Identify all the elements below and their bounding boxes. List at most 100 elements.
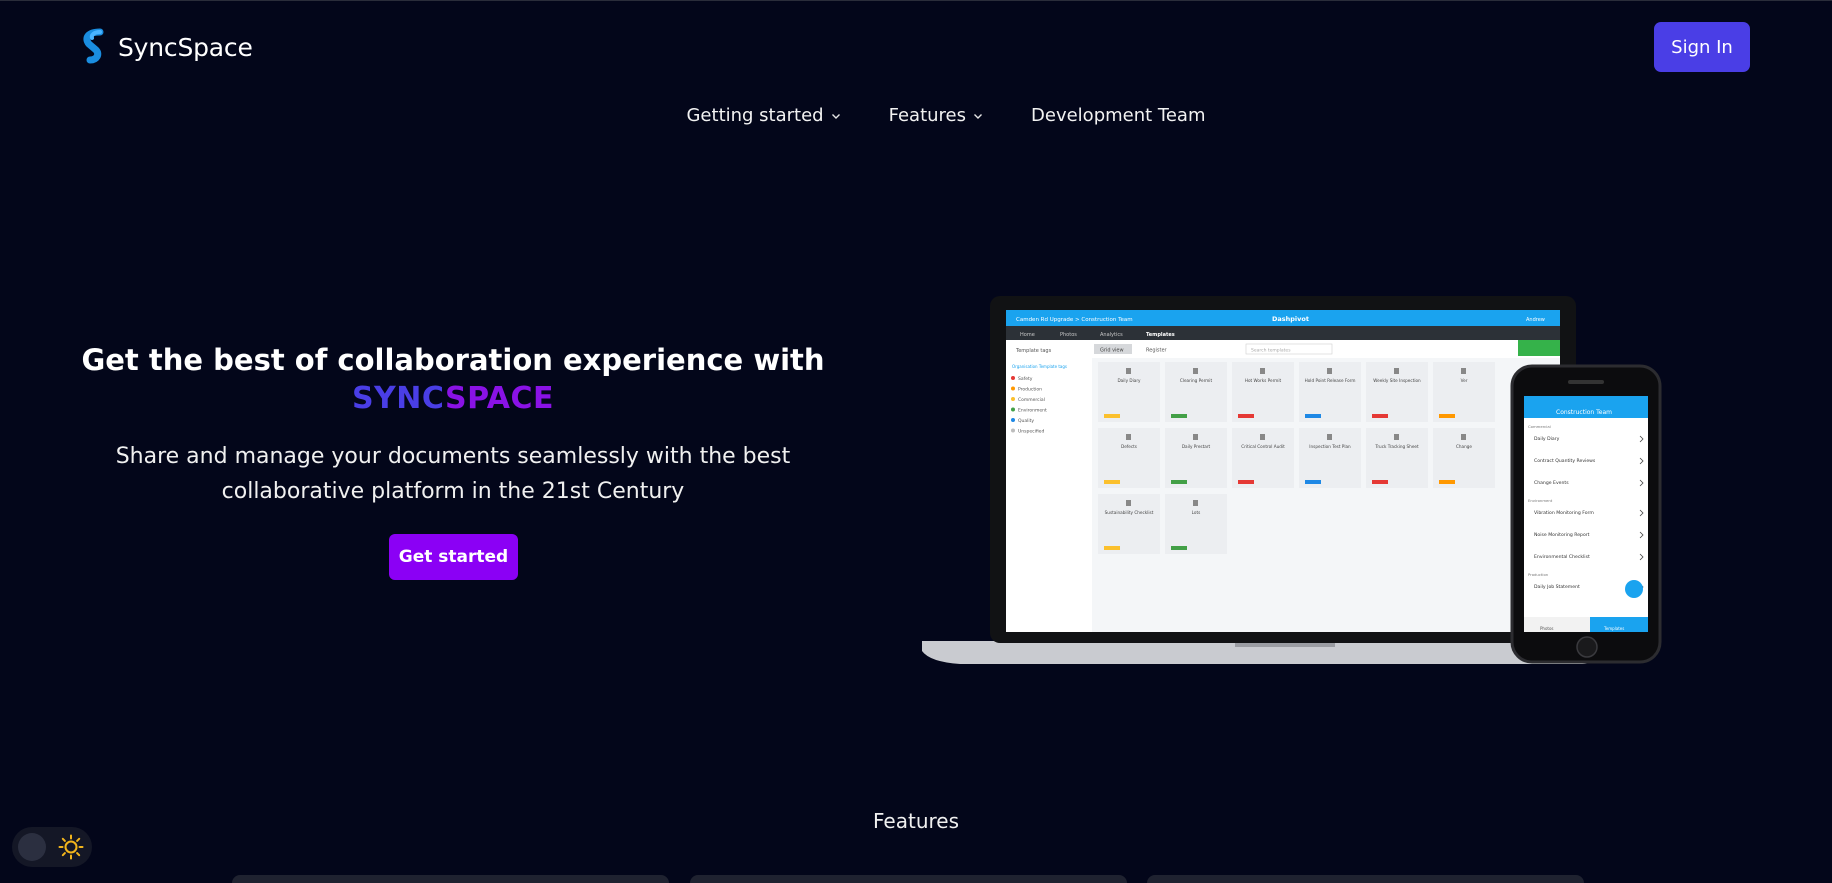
mock-card-title: Inspection Test Plan xyxy=(1309,444,1351,449)
device-mockup-image: Camden Rd Upgrade > Construction Team Da… xyxy=(922,296,1662,664)
mock-toolbar-search: Search templates xyxy=(1251,348,1291,354)
document-icon xyxy=(1193,434,1198,440)
logo[interactable]: SyncSpace xyxy=(80,28,253,66)
hero-brand: SYNCSPACE xyxy=(60,379,846,419)
document-icon xyxy=(1126,500,1131,506)
mock-card-tag xyxy=(1305,480,1321,484)
mock-tab-templates: Templates xyxy=(1146,332,1175,338)
get-started-button[interactable]: Get started xyxy=(389,534,518,580)
features-section-heading: Features xyxy=(873,809,959,833)
mock-tag: Safety xyxy=(1018,376,1033,382)
main-nav: Getting started Features Development Tea… xyxy=(0,105,1832,126)
mock-phone-item: Contract Quantity Reviews xyxy=(1534,458,1596,464)
mock-card-tag xyxy=(1104,480,1120,484)
mock-tag: Unspecified xyxy=(1018,429,1044,435)
mock-app-bar-user: Andrew xyxy=(1526,317,1545,323)
mock-card-title: Hot Works Permit xyxy=(1245,378,1282,383)
mock-phone-item: Change Events xyxy=(1534,480,1569,486)
mock-card-tag xyxy=(1372,480,1388,484)
mock-toolbar-tags: Template tags xyxy=(1015,348,1052,354)
logo-text: SyncSpace xyxy=(118,32,253,62)
mock-card-tag xyxy=(1238,480,1254,484)
mock-phone-section: Production xyxy=(1528,572,1549,577)
mock-phone-item: Environmental Checklist xyxy=(1534,554,1590,560)
mock-phone-section: Environment xyxy=(1528,498,1553,503)
mock-card-title: Clearing Permit xyxy=(1180,378,1213,383)
mock-phone-nav-photos: Photos xyxy=(1540,626,1554,631)
mock-tab-analytics: Analytics xyxy=(1100,332,1123,338)
document-icon xyxy=(1327,368,1332,374)
document-icon xyxy=(1327,434,1332,440)
mock-card-title: Daily Diary xyxy=(1117,378,1141,383)
mock-tag: Production xyxy=(1018,387,1042,393)
hero-brand-space: SPACE xyxy=(444,381,555,416)
syncspace-logo-icon xyxy=(83,28,104,64)
mock-phone-item: Daily Diary xyxy=(1534,436,1560,442)
document-icon xyxy=(1461,434,1466,440)
mock-tab-home: Home xyxy=(1020,332,1035,338)
mock-card-tag xyxy=(1104,546,1120,550)
hero-brand-sync: SYNC xyxy=(351,381,445,416)
document-icon xyxy=(1461,368,1466,374)
mock-card-tag xyxy=(1305,414,1321,418)
nav-features-label: Features xyxy=(888,105,967,126)
mock-card-title: Defects xyxy=(1121,444,1137,449)
nav-development-team-label: Development Team xyxy=(1031,105,1206,126)
mock-card-tag xyxy=(1104,414,1120,418)
chevron-down-icon xyxy=(974,113,983,119)
mock-tag: Commercial xyxy=(1018,397,1045,403)
theme-toggle[interactable] xyxy=(12,827,92,867)
chevron-down-icon xyxy=(831,113,840,119)
mock-card-title: Weekly Site Inspection xyxy=(1373,378,1421,383)
mock-card-tag xyxy=(1171,414,1187,418)
mock-card-tag xyxy=(1439,480,1455,484)
mock-phone-item: Daily Job Statement xyxy=(1534,584,1580,590)
hero-subtitle: Share and manage your documents seamless… xyxy=(115,444,791,504)
mock-card-title: Sustainability Checklist xyxy=(1105,510,1154,515)
mock-card-tag xyxy=(1171,546,1187,550)
theme-toggle-knob[interactable] xyxy=(18,833,46,861)
mock-card-tag xyxy=(1372,414,1388,418)
hero-section: Get the best of collaboration experience… xyxy=(60,341,846,509)
document-icon xyxy=(1260,368,1265,374)
hero-title: Get the best of collaboration experience… xyxy=(81,343,825,377)
feature-card[interactable] xyxy=(1147,875,1584,883)
feature-cards xyxy=(0,875,1832,883)
mock-phone-section: Commercial xyxy=(1528,424,1551,429)
document-icon xyxy=(1394,434,1399,440)
document-icon xyxy=(1126,434,1131,440)
mock-phone-title: Construction Team xyxy=(1556,409,1612,416)
document-icon xyxy=(1260,434,1265,440)
mock-card-tag xyxy=(1238,414,1254,418)
mock-card-tag xyxy=(1171,480,1187,484)
nav-development-team[interactable]: Development Team xyxy=(1031,105,1205,126)
mock-app-bar-left: Camden Rd Upgrade > Construction Team xyxy=(1016,317,1133,323)
nav-getting-started-label: Getting started xyxy=(686,105,824,126)
mock-card-title: Daily Prestart xyxy=(1182,444,1211,449)
mock-tag: Quality xyxy=(1018,418,1034,424)
document-icon xyxy=(1193,500,1198,506)
mock-phone-item: Vibration Monitoring Form xyxy=(1534,510,1594,516)
mock-card-tag xyxy=(1439,414,1455,418)
feature-card[interactable] xyxy=(690,875,1127,883)
feature-card[interactable] xyxy=(232,875,669,883)
nav-features[interactable]: Features xyxy=(889,105,983,126)
document-icon xyxy=(1394,368,1399,374)
mock-card-title: Ver xyxy=(1461,378,1468,383)
nav-getting-started[interactable]: Getting started xyxy=(686,105,840,126)
mock-sidebar-tag-header: Organisation Template tags xyxy=(1012,364,1067,369)
mock-card-title: Change xyxy=(1456,444,1472,449)
mock-card-title: Lots xyxy=(1192,510,1201,515)
mock-toolbar-grid: Grid view xyxy=(1100,348,1124,354)
document-icon xyxy=(1126,368,1131,374)
mock-phone-item: Noise Monitoring Report xyxy=(1534,532,1590,538)
document-icon xyxy=(1193,368,1198,374)
mock-card-title: Hold Point Release Form xyxy=(1305,378,1356,383)
mock-phone-nav-templates: Templates xyxy=(1603,626,1624,631)
mock-card-title: Truck Tracking Sheet xyxy=(1374,444,1419,449)
mock-tag: Environment xyxy=(1018,408,1047,414)
sign-in-button[interactable]: Sign In xyxy=(1654,22,1750,72)
mock-app-bar-center: Dashpivot xyxy=(1272,315,1309,323)
sun-icon xyxy=(58,834,84,860)
mock-tab-photos: Photos xyxy=(1060,332,1077,338)
